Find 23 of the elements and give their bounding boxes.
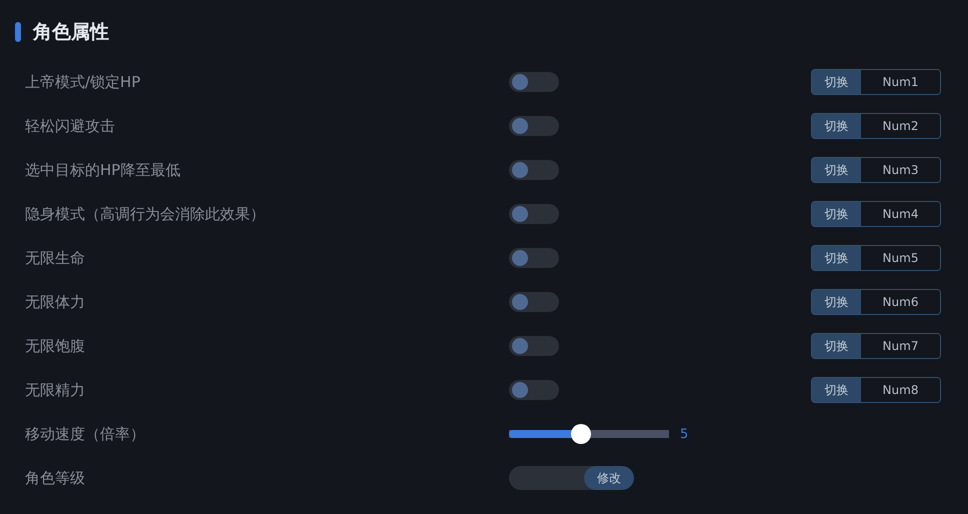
option-label: 移动速度（倍率） [25, 424, 146, 444]
toggle-switch[interactable] [509, 160, 559, 180]
option-label: 角色等级 [25, 468, 86, 488]
option-label: 上帝模式/锁定HP [25, 72, 142, 92]
option-label: 隐身模式（高调行为会消除此效果） [25, 204, 266, 224]
slider-thumb[interactable] [570, 424, 591, 444]
toggle-switch[interactable] [509, 380, 559, 400]
slider-value: 5 [680, 426, 688, 442]
toggle-switch[interactable] [509, 116, 559, 136]
toggle-switch[interactable] [509, 336, 559, 356]
section-title: 角色属性 [33, 20, 109, 45]
option-label: 轻松闪避攻击 [25, 116, 116, 136]
option-label: 选中目标的HP降至最低 [25, 160, 182, 180]
toggle-switch[interactable] [509, 72, 559, 92]
toggle-switch[interactable] [509, 204, 559, 224]
option-label: 无限饱腹 [25, 336, 86, 356]
option-label: 无限体力 [25, 292, 86, 312]
toggle-switch[interactable] [509, 292, 559, 312]
option-label: 无限生命 [25, 248, 86, 268]
toggle-switch[interactable] [509, 248, 559, 268]
modify-button[interactable]: 修改 [584, 466, 634, 490]
accent-bar [15, 22, 21, 42]
option-label: 无限精力 [25, 380, 86, 400]
